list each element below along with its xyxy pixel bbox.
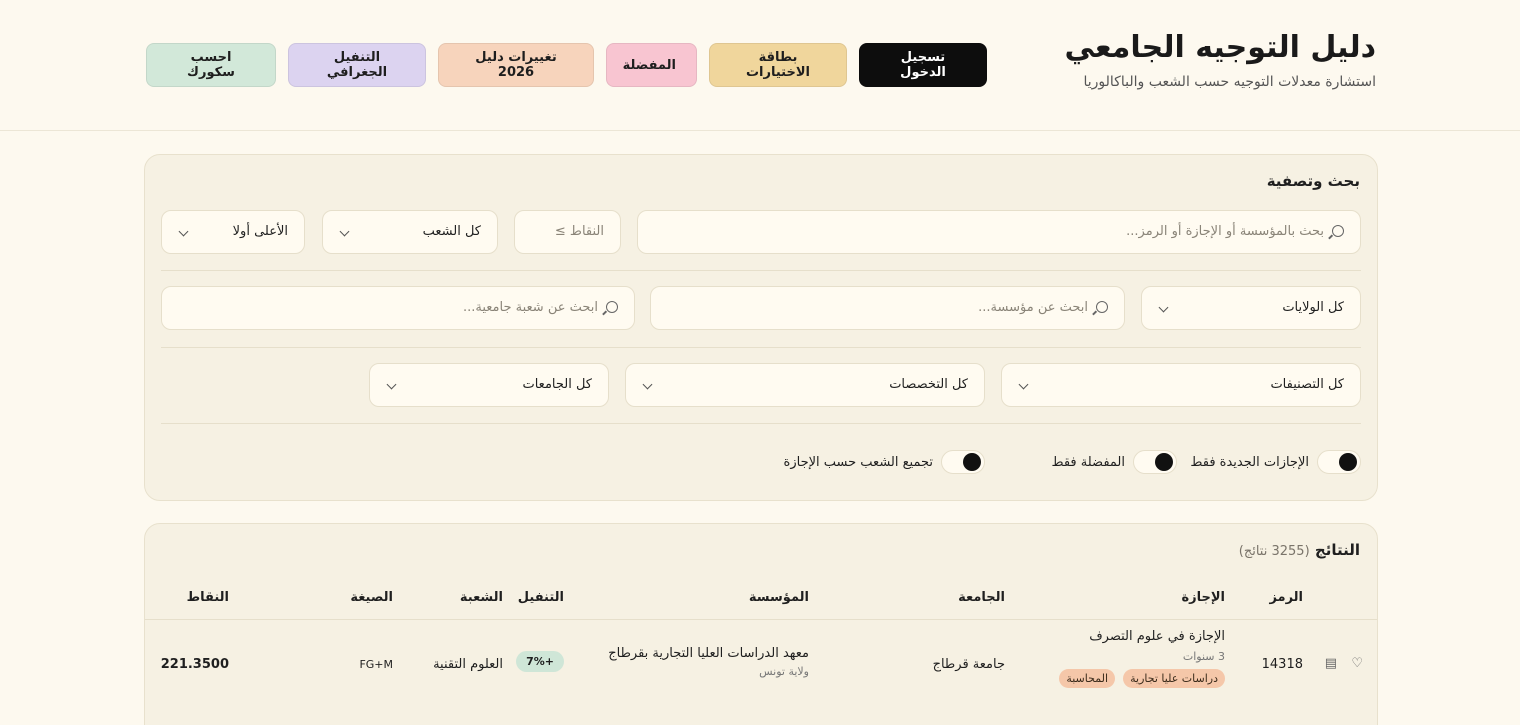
points-min-input[interactable]: النقاط ≥	[514, 210, 621, 254]
row-university: جامعة قرطاج	[932, 657, 1005, 672]
toggle-switch[interactable]	[941, 450, 985, 474]
toggle-switch[interactable]	[1133, 450, 1177, 474]
row-tags: دراسات عليا تجارية المحاسبة	[1055, 669, 1225, 688]
table-header-separator	[145, 619, 1377, 620]
favorites-button[interactable]: المفضلة	[606, 43, 697, 87]
col-institution: المؤسسة	[748, 590, 809, 605]
results-count: (3255 نتائج)	[1238, 544, 1310, 559]
divider	[161, 423, 1361, 424]
col-branch: الشعبة	[459, 590, 503, 605]
search-icon	[606, 301, 618, 313]
row-institution: معهد الدراسات العليا التجارية بقرطاج	[608, 646, 809, 661]
row-points: 221.3500	[160, 657, 229, 672]
toggle-switch[interactable]	[1317, 450, 1361, 474]
row-degree-cell: الإجازة في علوم التصرف 3 سنوات دراسات عل…	[1055, 629, 1225, 688]
page-title: دليل التوجيه الجامعي	[1064, 30, 1376, 65]
category-select[interactable]: كل التصنيفات	[1001, 363, 1361, 407]
row-tag: المحاسبة	[1059, 669, 1115, 688]
divider	[161, 270, 1361, 271]
search-icon	[1096, 301, 1108, 313]
toggle-label: المفضلة فقط	[1051, 454, 1125, 470]
chevron-down-icon	[642, 379, 653, 390]
row-branch: العلوم التقنية	[433, 657, 503, 672]
login-button[interactable]: تسجيل الدخول	[859, 43, 987, 87]
brand: دليل التوجيه الجامعي استشارة معدلات التو…	[1064, 28, 1376, 90]
row-bonus: +7%	[516, 651, 564, 672]
uni-branch-placeholder: ابحث عن شعبة جامعية...	[462, 300, 598, 315]
divider	[161, 347, 1361, 348]
toggle-label: تجميع الشعب حسب الإجازة	[783, 454, 933, 470]
calculate-score-button[interactable]: احسب سكورك	[146, 43, 276, 87]
toggle-knob	[1339, 453, 1357, 471]
results-title: النتائج (3255 نتائج)	[1239, 541, 1360, 559]
bonus-badge: +7%	[516, 651, 564, 672]
col-university: الجامعة	[958, 590, 1005, 605]
institution-search-input[interactable]: ابحث عن مؤسسة...	[650, 286, 1125, 330]
sort-select-value: الأعلى أولا	[232, 224, 288, 239]
col-points: النقاط	[186, 590, 229, 605]
search-input[interactable]: بحث بالمؤسسة أو الإجازة أو الرمز...	[637, 210, 1361, 254]
top-header: دليل التوجيه الجامعي استشارة معدلات التو…	[0, 0, 1520, 131]
search-placeholder: بحث بالمؤسسة أو الإجازة أو الرمز...	[1126, 224, 1324, 239]
toggle-label: الإجازات الجديدة فقط	[1190, 454, 1309, 470]
col-bonus: التنفيل	[517, 590, 564, 605]
branch-select[interactable]: كل الشعب	[322, 210, 498, 254]
points-placeholder: النقاط ≥	[554, 224, 604, 239]
col-code: الرمز	[1269, 590, 1303, 605]
row-degree: الإجازة في علوم التصرف	[1089, 629, 1225, 644]
guide-changes-button[interactable]: تغييرات دليل 2026	[438, 43, 594, 87]
chevron-down-icon	[178, 226, 189, 237]
toggle-knob	[963, 453, 981, 471]
row-wilaya: ولاية تونس	[759, 665, 809, 678]
institution-placeholder: ابحث عن مؤسسة...	[978, 300, 1088, 315]
row-institution-cell: معهد الدراسات العليا التجارية بقرطاج ولا…	[608, 646, 809, 678]
chevron-down-icon	[1158, 302, 1169, 313]
search-panel-title: بحث وتصفية	[1266, 172, 1360, 190]
results-panel: النتائج (3255 نتائج) الرمز الإجازة الجام…	[144, 523, 1378, 725]
wilaya-select[interactable]: كل الولايات	[1141, 286, 1361, 330]
chevron-down-icon	[1018, 379, 1029, 390]
choices-card-button[interactable]: بطاقة الاختيارات	[709, 43, 847, 87]
uni-branch-search-input[interactable]: ابحث عن شعبة جامعية...	[161, 286, 635, 330]
university-select-value: كل الجامعات	[522, 377, 592, 392]
category-select-value: كل التصنيفات	[1270, 377, 1344, 392]
specialty-select[interactable]: كل التخصصات	[625, 363, 985, 407]
branch-select-value: كل الشعب	[422, 224, 481, 239]
row-formula: FG+M	[359, 658, 393, 671]
top-nav: احسب سكورك التنفيل الجغرافي تغييرات دليل…	[146, 43, 987, 87]
geo-bonus-button[interactable]: التنفيل الجغرافي	[288, 43, 426, 87]
search-icon	[1332, 225, 1344, 237]
wilaya-select-value: كل الولايات	[1282, 300, 1344, 315]
search-filter-panel: بحث وتصفية بحث بالمؤسسة أو الإجازة أو ال…	[144, 154, 1378, 501]
toggle-favorites-only[interactable]: المفضلة فقط	[1052, 450, 1177, 474]
university-select[interactable]: كل الجامعات	[369, 363, 609, 407]
chevron-down-icon	[339, 226, 350, 237]
row-duration: 3 سنوات	[1182, 650, 1225, 663]
col-degree: الإجازة	[1181, 590, 1225, 605]
results-heading: النتائج	[1314, 541, 1360, 559]
page-subtitle: استشارة معدلات التوجيه حسب الشعب والباكا…	[1083, 74, 1376, 90]
col-formula: الصيغة	[350, 590, 393, 605]
sort-select[interactable]: الأعلى أولا	[161, 210, 305, 254]
specialty-select-value: كل التخصصات	[889, 377, 968, 392]
toggle-group-by-degree[interactable]: تجميع الشعب حسب الإجازة	[784, 450, 985, 474]
toggle-new-only[interactable]: الإجازات الجديدة فقط	[1190, 450, 1361, 474]
heart-icon[interactable]: ♡	[1351, 656, 1363, 671]
toggle-knob	[1155, 453, 1173, 471]
row-tag: دراسات عليا تجارية	[1123, 669, 1225, 688]
row-code: 14318	[1261, 657, 1303, 672]
chevron-down-icon	[386, 379, 397, 390]
clipboard-icon[interactable]: ▤	[1325, 656, 1337, 671]
